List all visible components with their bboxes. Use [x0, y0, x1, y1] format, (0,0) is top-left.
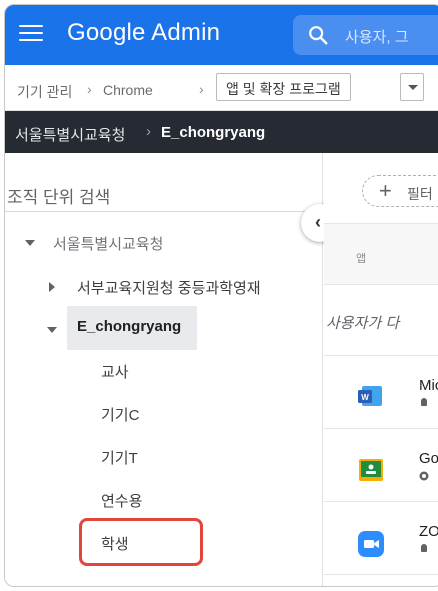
breadcrumb-current-page: 앱 및 확장 프로그램 [216, 73, 351, 101]
column-header-app[interactable]: 앱 [356, 250, 366, 266]
table-row[interactable]: W Mic [324, 357, 438, 429]
org-unit-search-field[interactable]: 조직 단위 검색 [7, 183, 110, 208]
classroom-icon [359, 459, 383, 481]
add-filter-button[interactable]: + 필터 [362, 175, 438, 207]
expand-arrow-icon[interactable] [47, 327, 57, 333]
tree-item-sub-unit[interactable]: 연수용 [101, 490, 142, 511]
table-row[interactable]: ZOC [324, 503, 438, 575]
search-icon [309, 26, 328, 45]
app-title: Google Admin [67, 19, 221, 46]
chevron-left-icon: ‹ [315, 212, 321, 232]
hamburger-menu-icon[interactable] [19, 25, 43, 45]
breadcrumb-separator: › [87, 81, 92, 97]
tree-item-child-unit[interactable]: 서부교육지원청 중등과학영재 [77, 277, 261, 298]
app-list-panel: + 필터 앱 사용자가 다 W Mic [324, 153, 438, 586]
plus-icon: + [379, 178, 392, 203]
org-unit-tree-panel: 조직 단위 검색 서울특별시교육청 서부교육지원청 중등과학영재 E_chong… [5, 153, 323, 586]
app-name: ZOC [419, 523, 438, 540]
search-underline [5, 211, 305, 212]
org-path-current: E_chongryang [161, 124, 266, 141]
tree-item-root-unit[interactable]: 서울특별시교육청 [53, 233, 163, 254]
tree-item-selected-unit[interactable]: E_chongryang [77, 318, 181, 335]
tree-item-sub-unit[interactable]: 기기C [101, 404, 139, 425]
highlight-annotation [79, 518, 203, 566]
tree-item-sub-unit[interactable]: 기기T [101, 447, 138, 468]
org-path-root[interactable]: 서울특별시교육청 [15, 124, 125, 145]
breadcrumb-dropdown-button[interactable] [400, 73, 424, 101]
zoom-icon [358, 531, 384, 557]
breadcrumb-separator: › [199, 81, 204, 97]
app-name: Goo [419, 450, 438, 467]
table-row[interactable]: Goo [324, 430, 438, 502]
user-note-row: 사용자가 다 [324, 286, 438, 356]
top-app-bar: Google Admin 사용자, 그 [5, 5, 438, 65]
table-header-row: 앱 [324, 223, 438, 285]
admin-console-frame: Google Admin 사용자, 그 기기 관리 › Chrome › 앱 및… [4, 4, 438, 587]
android-icon [421, 398, 427, 406]
collapsed-arrow-icon[interactable] [49, 282, 55, 292]
svg-text:W: W [361, 393, 369, 402]
user-note-text: 사용자가 다 [326, 315, 400, 332]
org-unit-path-bar: 서울특별시교육청 › E_chongryang [5, 111, 438, 153]
filter-label: 필터 [407, 186, 433, 202]
google-icon [419, 471, 429, 481]
breadcrumb: 기기 관리 › Chrome › 앱 및 확장 프로그램 [5, 65, 438, 111]
android-icon [421, 544, 427, 552]
app-name: Mic [419, 377, 438, 394]
breadcrumb-chrome[interactable]: Chrome [103, 82, 153, 98]
expand-arrow-icon[interactable] [25, 240, 35, 246]
search-input[interactable]: 사용자, 그 [293, 15, 438, 55]
search-placeholder: 사용자, 그 [345, 29, 409, 46]
word-icon: W [358, 386, 382, 406]
org-path-separator: › [146, 123, 151, 140]
breadcrumb-device-management[interactable]: 기기 관리 [17, 82, 72, 102]
tree-item-sub-unit[interactable]: 교사 [101, 361, 129, 382]
